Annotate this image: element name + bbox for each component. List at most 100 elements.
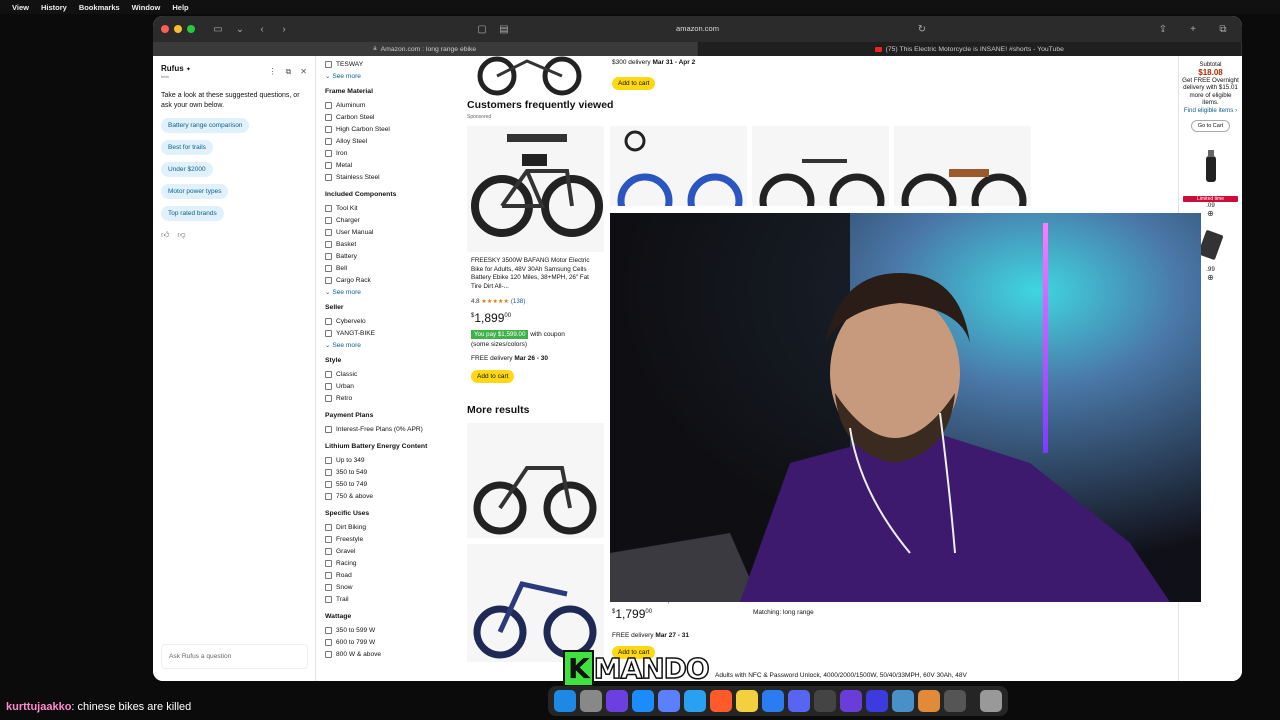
- filter-option[interactable]: Freestyle: [325, 533, 465, 545]
- obs-icon[interactable]: [944, 690, 966, 712]
- product-image-card[interactable]: [467, 544, 604, 662]
- filter-option[interactable]: 350 to 549: [325, 466, 465, 478]
- checkbox[interactable]: [325, 173, 332, 181]
- safari-icon[interactable]: [684, 690, 706, 712]
- thumbs-down-icon[interactable]: 👎︎: [177, 230, 185, 240]
- chip-under-2000[interactable]: Under $2000: [161, 162, 213, 178]
- filter-option[interactable]: Battery: [325, 250, 465, 262]
- filter-option[interactable]: Snow: [325, 581, 465, 593]
- chevron-down-icon[interactable]: ⌄: [233, 23, 247, 35]
- add-to-cart-button[interactable]: Add to cart: [471, 370, 515, 383]
- checkbox[interactable]: [325, 276, 332, 284]
- launchpad-icon[interactable]: [866, 690, 888, 712]
- go-to-cart-button[interactable]: Go to Cart: [1190, 119, 1231, 132]
- menu-view[interactable]: View: [12, 3, 29, 12]
- checkbox[interactable]: [325, 650, 332, 658]
- folder-app-icon[interactable]: [918, 690, 940, 712]
- add-to-cart-button[interactable]: Add to cart: [612, 77, 656, 90]
- filter-option[interactable]: Alloy Steel: [325, 135, 465, 147]
- see-more-link[interactable]: ⌄ See more: [325, 72, 465, 80]
- close-window-button[interactable]: [161, 25, 169, 33]
- menu-history[interactable]: History: [41, 3, 67, 12]
- checkbox[interactable]: [325, 595, 332, 603]
- rufus-ask-input[interactable]: Ask Rufus a question: [161, 644, 308, 669]
- filter-option[interactable]: 550 to 749: [325, 478, 465, 490]
- filter-option[interactable]: 600 to 799 W: [325, 636, 465, 648]
- preview-icon[interactable]: [892, 690, 914, 712]
- trash-icon[interactable]: [980, 690, 1002, 712]
- menu-window[interactable]: Window: [132, 3, 161, 12]
- tab-amazon[interactable]: a Amazon.com : long range ebike: [153, 42, 698, 56]
- checkbox[interactable]: [325, 638, 332, 646]
- filter-option[interactable]: Interest-Free Plans (0% APR): [325, 423, 465, 435]
- checkbox[interactable]: [325, 583, 332, 591]
- finder-icon[interactable]: [554, 690, 576, 712]
- filter-option[interactable]: Dirt Biking: [325, 521, 465, 533]
- chip-battery-range[interactable]: Battery range comparison: [161, 118, 250, 134]
- checkbox[interactable]: [325, 535, 332, 543]
- checkbox[interactable]: [325, 571, 332, 579]
- filter-option[interactable]: YANGT-BIKE: [325, 327, 465, 339]
- proton-icon[interactable]: [606, 690, 628, 712]
- share-icon[interactable]: ⇪: [1156, 23, 1170, 35]
- checkbox[interactable]: [325, 240, 332, 248]
- checkbox[interactable]: [325, 113, 332, 121]
- checkbox[interactable]: [325, 382, 332, 390]
- filter-option[interactable]: Metal: [325, 159, 465, 171]
- checkbox[interactable]: [325, 216, 332, 224]
- checkbox[interactable]: [325, 425, 332, 433]
- arc-icon[interactable]: [658, 690, 680, 712]
- reader-icon[interactable]: ▤: [497, 23, 511, 35]
- filter-option[interactable]: TESWAY: [325, 58, 465, 70]
- activity-icon[interactable]: [814, 690, 836, 712]
- filter-option[interactable]: Charger: [325, 214, 465, 226]
- product-description[interactable]: Adults with NFC & Password Unlock, 4000/…: [715, 672, 967, 679]
- checkbox[interactable]: [325, 559, 332, 567]
- checkbox[interactable]: [325, 149, 332, 157]
- filter-option[interactable]: 350 to 599 W: [325, 624, 465, 636]
- settings-icon[interactable]: [580, 690, 602, 712]
- checkbox[interactable]: [325, 547, 332, 555]
- filter-option[interactable]: Racing: [325, 557, 465, 569]
- chip-top-rated-brands[interactable]: Top rated brands: [161, 206, 224, 222]
- checkbox[interactable]: [325, 137, 332, 145]
- menu-bookmarks[interactable]: Bookmarks: [79, 3, 120, 12]
- filter-option[interactable]: Classic: [325, 368, 465, 380]
- checkbox[interactable]: [325, 204, 332, 212]
- brave-icon[interactable]: [710, 690, 732, 712]
- find-eligible-link[interactable]: Find eligible items ›: [1179, 107, 1242, 114]
- see-more-link[interactable]: ⌄ See more: [325, 341, 465, 349]
- filter-option[interactable]: Aluminum: [325, 99, 465, 111]
- product-title[interactable]: FREESKY 3500W BAFANG Motor Electric Bike…: [471, 257, 601, 291]
- filter-option[interactable]: Road: [325, 569, 465, 581]
- minimize-window-button[interactable]: [174, 25, 182, 33]
- product-image-card[interactable]: [610, 126, 747, 229]
- checkbox[interactable]: [325, 626, 332, 634]
- review-count[interactable]: (138): [511, 298, 525, 305]
- filter-option[interactable]: Urban: [325, 380, 465, 392]
- filter-option[interactable]: Gravel: [325, 545, 465, 557]
- forward-icon[interactable]: ›: [277, 23, 291, 35]
- product-rating[interactable]: 4.8 ★★★★★ (138): [471, 298, 525, 305]
- menu-help[interactable]: Help: [172, 3, 188, 12]
- filter-option[interactable]: Basket: [325, 238, 465, 250]
- filter-option[interactable]: Tool Kit: [325, 202, 465, 214]
- filter-option[interactable]: Retro: [325, 392, 465, 404]
- tab-overview-icon[interactable]: ▢: [475, 23, 489, 35]
- app-store-icon[interactable]: [632, 690, 654, 712]
- checkbox[interactable]: [325, 228, 332, 236]
- filter-option[interactable]: Iron: [325, 147, 465, 159]
- close-icon[interactable]: ✕: [300, 67, 307, 77]
- filter-option[interactable]: Carbon Steel: [325, 111, 465, 123]
- filter-option[interactable]: User Manual: [325, 226, 465, 238]
- checkbox[interactable]: [325, 101, 332, 109]
- filter-option[interactable]: Stainless Steel: [325, 171, 465, 183]
- filter-option[interactable]: Trail: [325, 593, 465, 605]
- checkbox[interactable]: [325, 161, 332, 169]
- thumbs-up-icon[interactable]: 👍︎: [161, 230, 169, 240]
- checkbox[interactable]: [325, 252, 332, 260]
- product-image-card[interactable]: [467, 126, 604, 252]
- filter-option[interactable]: Up to 349: [325, 454, 465, 466]
- new-tab-icon[interactable]: +: [1186, 23, 1200, 35]
- product-image[interactable]: [467, 56, 592, 96]
